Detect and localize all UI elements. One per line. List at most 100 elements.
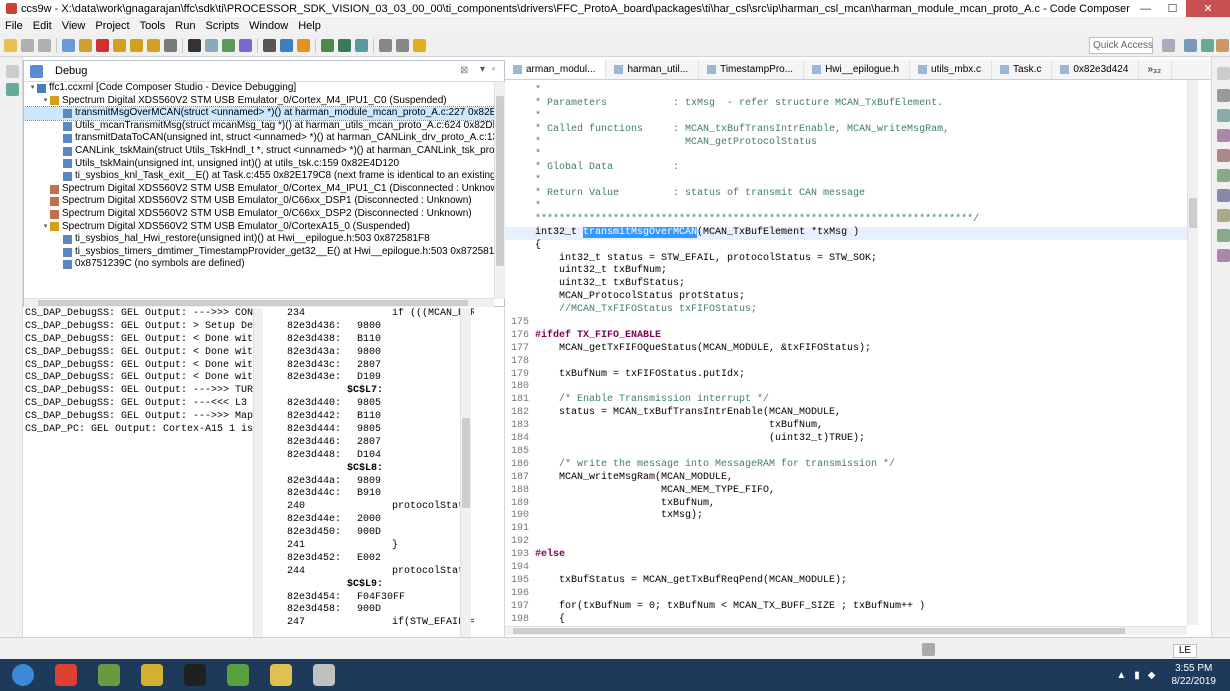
code-line[interactable]: 191 xyxy=(505,523,1189,536)
code-line[interactable]: 195 txBufStatus = MCAN_getTxBufReqPend(M… xyxy=(505,575,1189,588)
code-line[interactable]: 187 MCAN_writeMsgRam(MCAN_MODULE, xyxy=(505,472,1189,485)
disassembly-row[interactable]: $C$L9: xyxy=(263,579,474,592)
code-line[interactable]: * Global Data : xyxy=(505,162,1189,175)
code-line[interactable]: //MCAN_TxFIFOStatus txFIFOStatus; xyxy=(505,304,1189,317)
editor-vertical-scrollbar[interactable] xyxy=(1187,80,1198,625)
taskbar-app-file-tool[interactable] xyxy=(132,660,172,690)
disassembly-row[interactable]: 82e3d438: B110 xyxy=(263,334,474,347)
forward-icon[interactable] xyxy=(413,38,426,52)
editor-tab[interactable]: utils_mbx.c xyxy=(910,60,993,79)
restore-icon[interactable] xyxy=(6,65,19,78)
code-editor[interactable]: * * Parameters : txMsg - refer structure … xyxy=(505,85,1189,625)
menu-tools[interactable]: Tools xyxy=(135,20,171,32)
refresh-icon[interactable] xyxy=(338,38,351,52)
editor-tab[interactable]: »₃₂ xyxy=(1139,60,1172,79)
code-line[interactable]: * xyxy=(505,111,1189,124)
view-menu-icon[interactable]: ⊠ xyxy=(460,65,468,76)
taskbar-app-network-tool[interactable] xyxy=(89,660,129,690)
disassembly-row[interactable]: 82e3d444: 9805 xyxy=(263,424,474,437)
scroll-thumb[interactable] xyxy=(513,628,1125,634)
disassembly-row[interactable]: 82e3d452: E002 xyxy=(263,553,474,566)
menu-run[interactable]: Run xyxy=(170,20,200,32)
twisty-icon[interactable]: ▾ xyxy=(28,82,37,95)
registers-icon[interactable] xyxy=(1217,149,1230,162)
code-line[interactable]: 178 xyxy=(505,356,1189,369)
taskbar-app-chrome[interactable] xyxy=(46,660,86,690)
debug-tree-row[interactable]: transmitDataToCAN(unsigned int, struct <… xyxy=(24,132,495,145)
code-line[interactable]: 176 #ifdef TX_FIFO_ENABLE xyxy=(505,330,1189,343)
disassembly-row[interactable]: 82e3d450: 900D xyxy=(263,527,474,540)
disassembly-row[interactable]: 82e3d458: 900D xyxy=(263,604,474,617)
disassembly-row[interactable]: 82e3d43c: 2807 xyxy=(263,360,474,373)
sync-icon[interactable] xyxy=(355,38,368,52)
code-line[interactable]: * xyxy=(505,175,1189,188)
scroll-thumb[interactable] xyxy=(496,96,504,266)
restore-icon[interactable] xyxy=(1217,67,1230,80)
code-line[interactable]: * xyxy=(505,85,1189,98)
maximize-button[interactable]: ☐ xyxy=(1159,0,1186,17)
code-line[interactable]: MCAN_ProtocolStatus protStatus; xyxy=(505,291,1189,304)
run-icon[interactable] xyxy=(222,38,235,52)
disassembly-vertical-scrollbar[interactable] xyxy=(460,308,471,637)
code-line[interactable]: 184 (uint32_t)TRUE); xyxy=(505,433,1189,446)
disassembly-row[interactable]: 82e3d440: 9805 xyxy=(263,398,474,411)
code-line[interactable]: 181 /* Enable Transmission interrupt */ xyxy=(505,394,1189,407)
code-line[interactable]: * Parameters : txMsg - refer structure M… xyxy=(505,98,1189,111)
debug-tree-row[interactable]: transmitMsgOverMCAN(struct <unnamed> *)(… xyxy=(24,106,495,121)
disassembly-row[interactable]: 82e3d446: 2807 xyxy=(263,437,474,450)
disassembly-row[interactable]: 82e3d44a: 9809 xyxy=(263,476,474,489)
editor-tab[interactable]: Hwi__epilogue.h xyxy=(804,60,911,79)
disassembly-row[interactable]: 82e3d448: D104 xyxy=(263,450,474,463)
back-icon[interactable] xyxy=(396,38,409,52)
taskbar-app-paint[interactable] xyxy=(218,660,258,690)
flag-icon[interactable]: ▲ xyxy=(1116,670,1126,681)
editor-tab[interactable]: 0x82e3d424 xyxy=(1052,60,1140,79)
disassembly-row[interactable]: 82e3d442: B110 xyxy=(263,411,474,424)
code-line[interactable]: ****************************************… xyxy=(505,214,1189,227)
twisty-icon[interactable]: ▾ xyxy=(41,221,50,234)
taskbar-app-terminal[interactable] xyxy=(175,660,215,690)
debug-tree-row[interactable]: Utils_mcanTransmitMsg(struct mcanMsg_tag… xyxy=(24,120,495,133)
editor-horizontal-scrollbar[interactable] xyxy=(505,626,1187,635)
debug-horizontal-scrollbar[interactable] xyxy=(24,298,494,307)
code-line[interactable]: int32_t status = STW_EFAIL, protocolStat… xyxy=(505,253,1189,266)
code-line[interactable]: * xyxy=(505,201,1189,214)
debug-icon[interactable] xyxy=(239,38,252,52)
minimize-view-icon[interactable]: ▫ xyxy=(492,64,496,75)
code-line[interactable]: 186 /* write the message into MessageRAM… xyxy=(505,459,1189,472)
code-line[interactable]: 197 for(txBufNum = 0; txBufNum < MCAN_TX… xyxy=(505,601,1189,614)
close-button[interactable]: ✕ xyxy=(1186,0,1230,17)
code-line[interactable]: 194 xyxy=(505,562,1189,575)
debug-tree-row[interactable]: CANLink_tskMain(struct Utils_TskHndl_t *… xyxy=(24,145,495,158)
graph-icon[interactable] xyxy=(1217,249,1230,262)
modules-icon[interactable] xyxy=(1217,209,1230,222)
settings-icon[interactable] xyxy=(321,38,334,52)
code-line[interactable]: int32_t transmitMsgOverMCAN(MCAN_TxBufEl… xyxy=(505,226,1189,240)
new-icon[interactable] xyxy=(4,38,17,52)
step-into-icon[interactable] xyxy=(113,38,126,52)
code-line[interactable]: 189 txBufNum, xyxy=(505,498,1189,511)
code-line[interactable]: { xyxy=(505,240,1189,253)
disassembly-row[interactable]: 241 } xyxy=(263,540,474,553)
menu-help[interactable]: Help xyxy=(293,20,326,32)
code-line[interactable]: uint32_t txBufNum; xyxy=(505,265,1189,278)
code-line[interactable]: 185 xyxy=(505,446,1189,459)
editor-tab[interactable]: arman_modul... xyxy=(505,60,607,79)
step-return-icon[interactable] xyxy=(147,38,160,52)
code-line[interactable]: * Called functions : MCAN_txBufTransIntr… xyxy=(505,124,1189,137)
menu-file[interactable]: File xyxy=(0,20,28,32)
debug-tree-row[interactable]: Spectrum Digital XDS560V2 STM USB Emulat… xyxy=(24,208,495,221)
save-all-icon[interactable] xyxy=(38,38,51,52)
perspective-ccs-edit-icon[interactable] xyxy=(1184,39,1197,52)
scroll-thumb[interactable] xyxy=(462,418,470,508)
disassembly-row[interactable]: 82e3d436: 9800 xyxy=(263,321,474,334)
menu-window[interactable]: Window xyxy=(244,20,293,32)
chevron-down-icon[interactable]: ▾ xyxy=(480,64,485,75)
menu-view[interactable]: View xyxy=(57,20,91,32)
memory-browser-icon[interactable] xyxy=(1217,189,1230,202)
code-line[interactable]: 182 status = MCAN_txBufTransIntrEnable(M… xyxy=(505,407,1189,420)
clock[interactable]: 3:55 PM 8/22/2019 xyxy=(1172,662,1217,688)
disassembly-row[interactable]: 82e3d44c: B910 xyxy=(263,488,474,501)
editor-tab[interactable]: harman_util... xyxy=(606,60,700,79)
build-icon[interactable] xyxy=(280,38,293,52)
